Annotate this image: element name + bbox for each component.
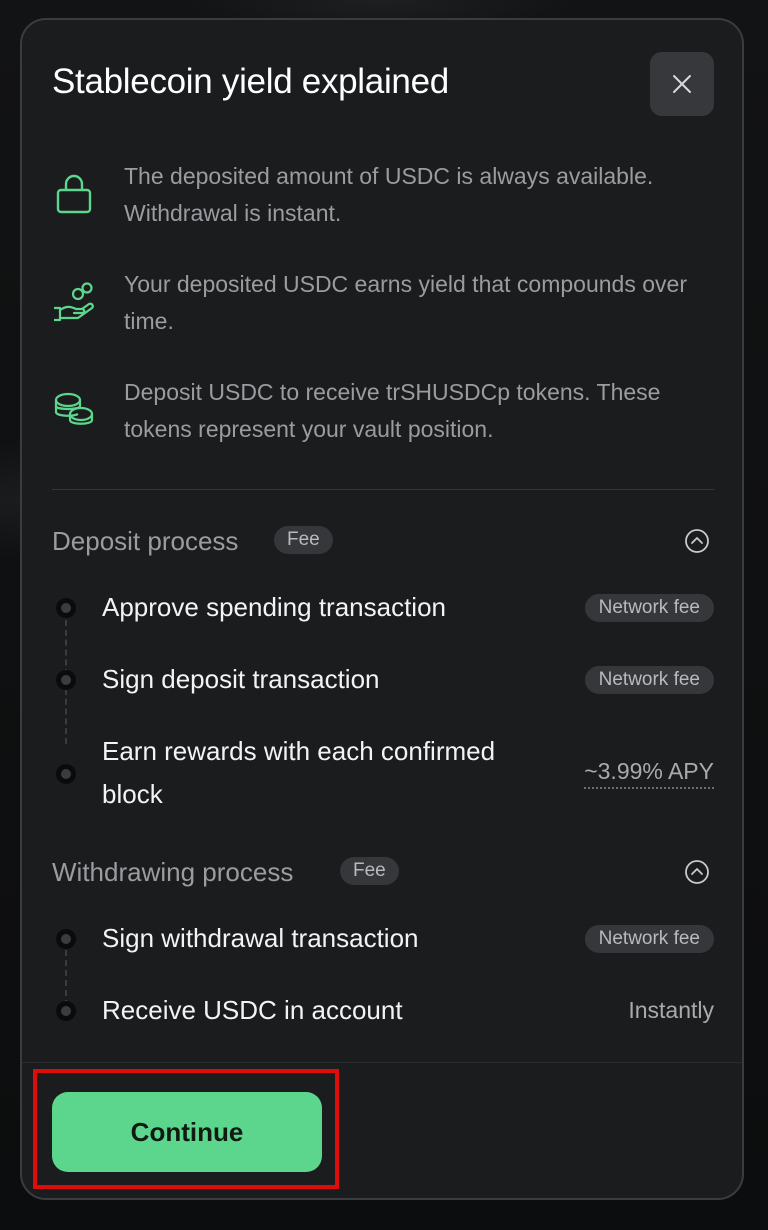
- section-divider: [52, 489, 714, 490]
- deposit-process-header: Deposit process Fee: [52, 522, 714, 562]
- step-label: Receive USDC in account: [102, 995, 403, 1025]
- step-dot: [56, 598, 76, 618]
- chevron-up-icon[interactable]: [684, 859, 710, 885]
- deposit-process-title: Deposit process: [52, 526, 239, 556]
- feature-text: Deposit USDC to receive trSHUSDCp tokens…: [124, 379, 661, 442]
- network-fee-badge: Network fee: [584, 594, 714, 622]
- footer-separator: [22, 1062, 742, 1063]
- withdraw-step: Receive USDC in account Instantly: [52, 989, 714, 1033]
- step-dot: [56, 670, 76, 690]
- close-button[interactable]: [650, 52, 714, 116]
- feature-item-tokens: Deposit USDC to receive trSHUSDCp tokens…: [52, 374, 712, 454]
- feature-text: The deposited amount of USDC is always a…: [124, 163, 654, 226]
- close-icon: [673, 75, 691, 93]
- lock-icon: [56, 174, 92, 214]
- coins-stack-icon: [54, 392, 94, 425]
- highlight-box: [33, 1069, 339, 1189]
- step-label: Approve spending transaction: [102, 592, 447, 622]
- withdraw-process-header: Withdrawing process Fee: [52, 853, 714, 893]
- feature-item-yield: Your deposited USDC earns yield that com…: [52, 266, 712, 346]
- feature-text: Your deposited USDC earns yield that com…: [124, 271, 687, 334]
- deposit-step: Approve spending transaction Network fee: [52, 586, 714, 630]
- fee-badge: Fee: [274, 526, 333, 554]
- step-dot: [56, 1001, 76, 1021]
- feature-item-availability: The deposited amount of USDC is always a…: [52, 158, 712, 238]
- network-fee-badge: Network fee: [584, 666, 714, 694]
- instantly-value: Instantly: [628, 997, 714, 1023]
- modal-title: Stablecoin yield explained: [52, 62, 449, 101]
- chevron-up-icon[interactable]: [684, 528, 710, 554]
- step-label: Earn rewards with each confirmed block: [102, 736, 496, 809]
- step-label: Sign deposit transaction: [102, 664, 380, 694]
- deposit-step: Earn rewards with each confirmed block ~…: [52, 730, 714, 820]
- step-label: Sign withdrawal transaction: [102, 923, 419, 953]
- yield-explained-modal: Stablecoin yield explained The deposited…: [20, 18, 744, 1200]
- withdraw-process-title: Withdrawing process: [52, 857, 294, 887]
- fee-badge: Fee: [340, 857, 399, 885]
- network-fee-badge: Network fee: [584, 925, 714, 953]
- step-dot: [56, 929, 76, 949]
- deposit-step: Sign deposit transaction Network fee: [52, 658, 714, 702]
- apy-value[interactable]: ~3.99% APY: [584, 758, 714, 789]
- hand-coins-icon: [54, 282, 94, 322]
- withdraw-step: Sign withdrawal transaction Network fee: [52, 917, 714, 961]
- step-dot: [56, 764, 76, 784]
